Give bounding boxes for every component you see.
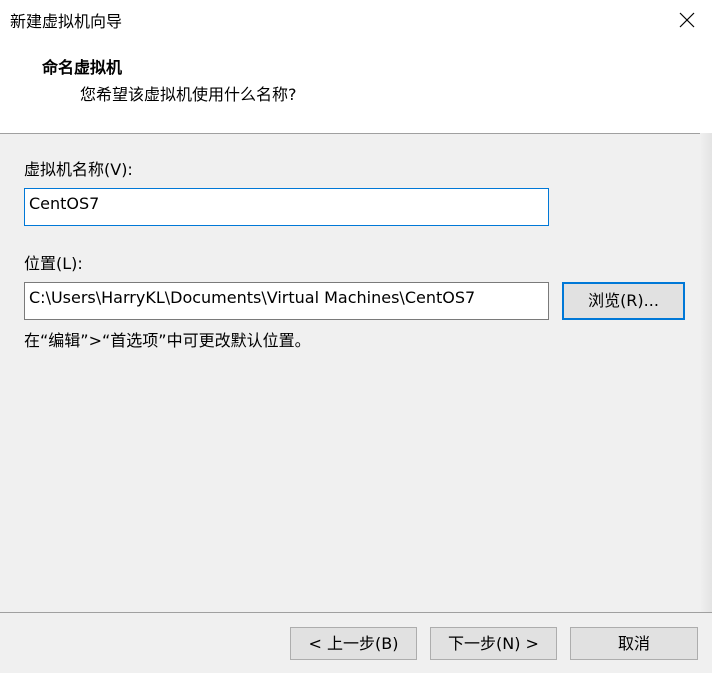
window-title: 新建虚拟机向导 — [10, 12, 123, 31]
close-button[interactable] — [662, 0, 712, 44]
page-subtitle: 您希望该虚拟机使用什么名称? — [80, 85, 297, 104]
title-bar: 新建虚拟机向导 — [0, 0, 712, 44]
page-title: 命名虚拟机 — [42, 58, 123, 77]
default-location-hint: 在“编辑”>“首选项”中可更改默认位置。 — [24, 331, 311, 350]
location-input[interactable]: C:\Users\HarryKL\Documents\Virtual Machi… — [24, 282, 549, 320]
cancel-button[interactable]: 取消 — [570, 627, 698, 660]
new-vm-wizard-window: 新建虚拟机向导 命名虚拟机 您希望该虚拟机使用什么名称? 虚拟机名称(V): C… — [0, 0, 712, 673]
back-button[interactable]: < 上一步(B) — [290, 627, 417, 660]
location-label: 位置(L): — [24, 254, 83, 273]
vm-name-input[interactable]: CentOS7 — [24, 188, 549, 226]
wizard-header: 命名虚拟机 您希望该虚拟机使用什么名称? — [0, 44, 712, 134]
edge-shading — [700, 133, 712, 612]
close-icon — [679, 12, 695, 32]
next-button[interactable]: 下一步(N) > — [430, 627, 557, 660]
footer-divider — [0, 612, 712, 613]
vm-name-label: 虚拟机名称(V): — [24, 160, 133, 179]
browse-button[interactable]: 浏览(R)... — [562, 282, 685, 320]
